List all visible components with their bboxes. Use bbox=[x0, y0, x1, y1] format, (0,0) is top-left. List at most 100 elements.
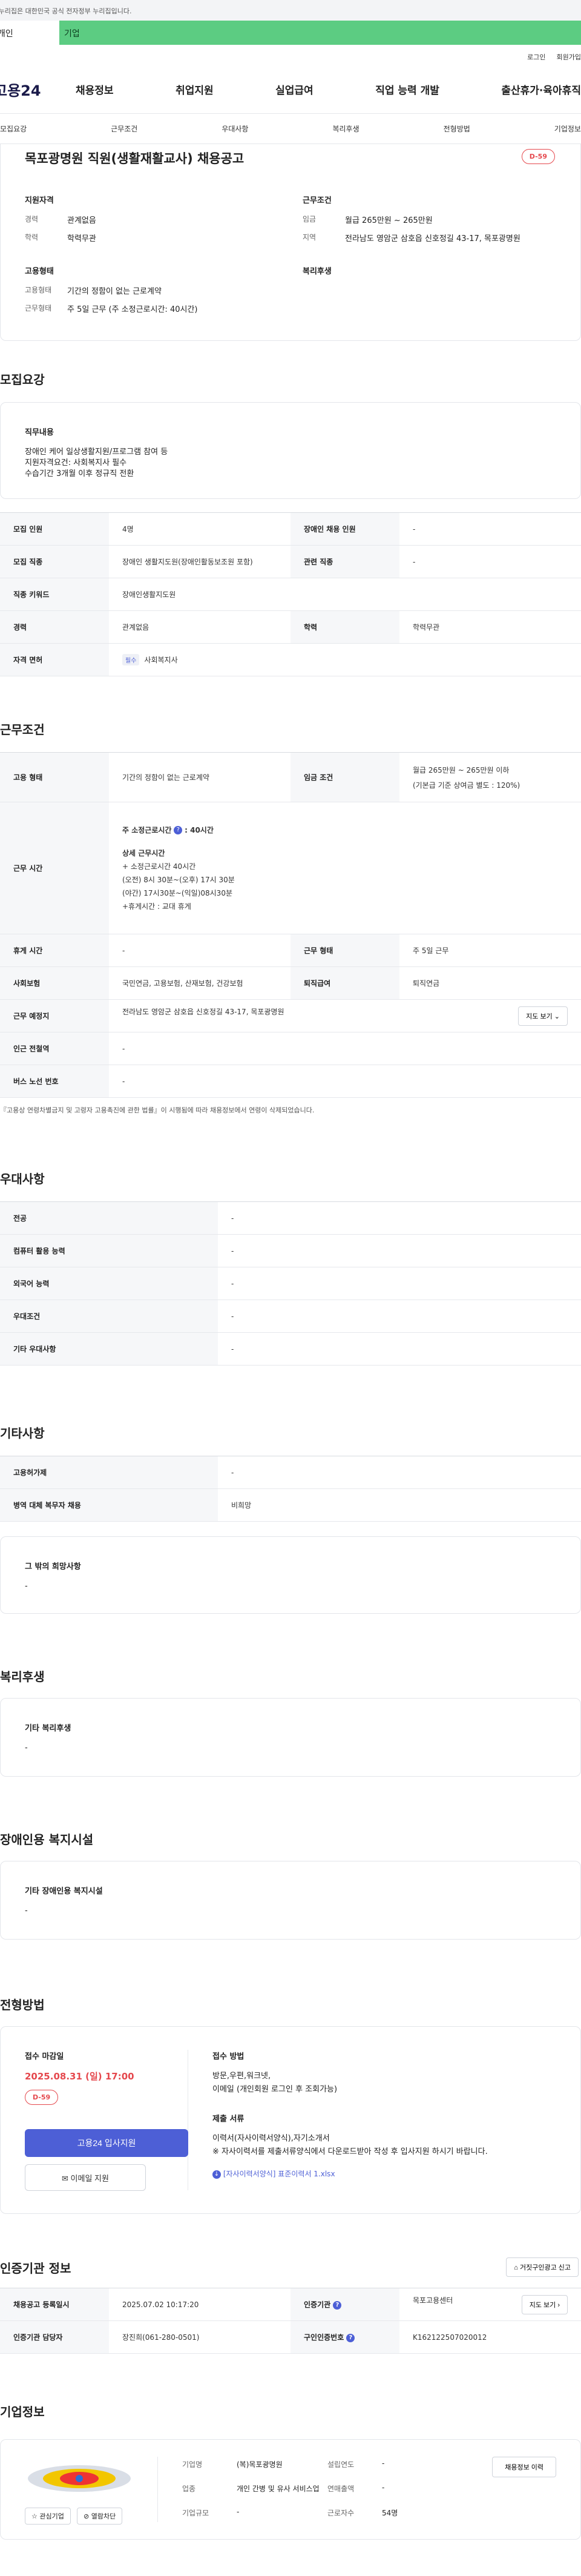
duty-box: 직무내용 장애인 케어 일상생활지원/프로그램 참여 등 지원자격요건: 사회복… bbox=[0, 402, 581, 499]
summary-card: 목포광명원 직원(생활재활교사) 채용공고 D-59 지원자격 경력 관계없음 학… bbox=[0, 144, 581, 341]
info-icon[interactable]: ? bbox=[346, 2333, 355, 2342]
report-fake-ad-button[interactable]: ⌂ 거짓구인광고 신고 bbox=[506, 2257, 579, 2277]
pref-table: 전공 - 컴퓨터 활용 능력 - 외국어 능력 - 우대조건 - 기타 우대사항 - bbox=[0, 1201, 581, 1366]
required-badge: 필수 bbox=[122, 654, 140, 665]
agency-section: 인증기관 정보 ⌂ 거짓구인광고 신고 채용공고 등록일시 2025.07.02 … bbox=[0, 2257, 581, 2354]
table-row: 외국어 능력 - bbox=[0, 1267, 581, 1300]
qualification-block: 지원자격 경력 관계없음 학력 학력무관 bbox=[25, 196, 96, 243]
apply-title: 전형방법 bbox=[0, 1998, 45, 2012]
table-row: 모집 인원 4명 장애인 채용 인원 - bbox=[0, 512, 581, 546]
dday-badge: D-59 bbox=[521, 149, 555, 164]
subnav-recruit[interactable]: 모집요강 bbox=[0, 124, 27, 134]
etc-table: 고용허가제 - 병역 대체 복무자 채용 비희망 bbox=[0, 1456, 581, 1522]
subnav-welfare[interactable]: 복리후생 bbox=[332, 124, 359, 134]
tab-personal[interactable]: 개인 bbox=[0, 21, 59, 45]
work-table: 고용 형태 기간의 정함이 없는 근로계약 임금 조건 월급 265만원 ~ 265만… bbox=[0, 752, 581, 1098]
gov-banner: 이 누리집은 대한민국 공식 전자정부 누리집입니다. bbox=[0, 0, 581, 21]
welfare-block: 복리후생 bbox=[303, 267, 332, 276]
gnb-job-training[interactable]: 직업 능력 개발 bbox=[375, 82, 439, 97]
attachment-link[interactable]: ↓ [자사이력서양식] 표준이력서 1.xlsx bbox=[212, 2168, 556, 2179]
login-link[interactable]: 로그인 bbox=[527, 53, 545, 61]
table-row: 모집 직종 장애인 생활지도원(장애인활동보조원 포함) 관련 직종 - bbox=[0, 545, 581, 578]
table-row: 인근 전철역 - bbox=[0, 1032, 581, 1065]
agency-title: 인증기관 정보 bbox=[0, 2261, 71, 2276]
interest-company-button[interactable]: ☆ 관심기업 bbox=[25, 2508, 71, 2525]
subnav-preference[interactable]: 우대사항 bbox=[222, 124, 248, 134]
email-apply-button[interactable]: ✉ 이메일 지원 bbox=[25, 2164, 146, 2191]
gnb-unemployment-benefit[interactable]: 실업급여 bbox=[275, 82, 313, 97]
table-row: 근무 예정지 전라남도 영암군 삼호읍 신호정길 43-17, 목포광명원 지도 보… bbox=[0, 999, 581, 1032]
pref-title: 우대사항 bbox=[0, 1172, 45, 1186]
tab-company[interactable]: 기업 bbox=[59, 21, 581, 45]
work-section: 근무조건 고용 형태 기간의 정함이 없는 근로계약 임금 조건 월급 265만원 ~… bbox=[0, 720, 581, 1115]
gnb-jobs[interactable]: 채용정보 bbox=[76, 82, 114, 97]
table-row: 버스 노선 번호 - bbox=[0, 1065, 581, 1098]
welfare-title: 복리후생 bbox=[0, 1669, 45, 1684]
recruit-section: 모집요강 직무내용 장애인 케어 일상생활지원/프로그램 참여 등 지원자격요건… bbox=[0, 370, 581, 676]
table-row: 병역 대체 복무자 채용 비희망 bbox=[0, 1488, 581, 1522]
apply-card: 접수 마감일 2025.08.31 (일) 17:00 D-59 고용24 입사… bbox=[0, 2026, 581, 2214]
table-row: 근무 시간 주 소정근로시간 ? : 40시간 상세 근무시간 + 소정근로시간… bbox=[0, 802, 581, 934]
section-nav: 모집요강 근무조건 우대사항 복리후생 전형방법 기업정보 bbox=[0, 114, 581, 144]
company-card: ☆ 관심기업 ⊘ 열람차단 기업명 (복)목포광명원 설립연도 - 업종 개인 간병 … bbox=[0, 2439, 581, 2540]
table-row: 우대조건 - bbox=[0, 1300, 581, 1333]
top-tabs: 개인 기업 bbox=[0, 21, 581, 45]
table-row: 자격 면허 필수 사회복지사 bbox=[0, 643, 581, 676]
apply-section: 전형방법 접수 마감일 2025.08.31 (일) 17:00 D-59 고용… bbox=[0, 1995, 581, 2214]
table-row: 인증기관 담당자 장진희(061-280-0501) 구인인증번호 ? K162122… bbox=[0, 2320, 581, 2354]
gnb-parental-leave[interactable]: 출산휴가·육아휴직 bbox=[501, 82, 581, 97]
deadline-value: 2025.08.31 (일) 17:00 bbox=[25, 2071, 134, 2082]
hiring-history-button[interactable]: 채용정보 이력 bbox=[492, 2457, 556, 2477]
file-icon: ↓ bbox=[212, 2170, 221, 2179]
agency-map-button[interactable]: 지도 보기 › bbox=[521, 2294, 568, 2314]
block-icon: ⊘ bbox=[84, 2512, 90, 2520]
welfare-box: 기타 복리후생 - bbox=[0, 1698, 581, 1777]
table-row: 컴퓨터 활용 능력 - bbox=[0, 1234, 581, 1267]
job-title: 목포광명원 직원(생활재활교사) 채용공고 bbox=[25, 151, 245, 166]
table-row: 고용 형태 기간의 정함이 없는 근로계약 임금 조건 월급 265만원 ~ 265만… bbox=[0, 752, 581, 802]
agency-table: 채용공고 등록일시 2025.07.02 10:17:20 인증기관 ? 목포고용센터… bbox=[0, 2288, 581, 2354]
signup-link[interactable]: 회원가입 bbox=[557, 53, 581, 61]
gnb-employment-support[interactable]: 취업지원 bbox=[176, 82, 214, 97]
company-title: 기업정보 bbox=[0, 2405, 45, 2419]
global-nav: 고용24 채용정보 취업지원 실업급여 직업 능력 개발 출산휴가·육아휴직 bbox=[0, 65, 581, 114]
home-icon: ⌂ bbox=[514, 2264, 518, 2271]
etc-title: 기타사항 bbox=[0, 1426, 45, 1441]
gov-banner-text: 이 누리집은 대한민국 공식 전자정부 누리집입니다. bbox=[0, 7, 132, 15]
info-icon[interactable]: ? bbox=[333, 2300, 342, 2310]
etc-section: 기타사항 고용허가제 - 병역 대체 복무자 채용 비희망 그 밖의 희망사항 - bbox=[0, 1424, 581, 1614]
subnav-selection[interactable]: 전형방법 bbox=[444, 124, 470, 134]
dday-badge: D-59 bbox=[25, 2090, 59, 2105]
site-logo[interactable]: 고용24 bbox=[0, 79, 76, 100]
company-section: 기업정보 ☆ 관심기업 ⊘ 열람차단 기업명 (복)목포광명원 설립연도 - 업종 개… bbox=[0, 2402, 581, 2540]
table-row: 직종 키워드 장애인생활지도원 bbox=[0, 578, 581, 611]
subnav-conditions[interactable]: 근무조건 bbox=[111, 124, 137, 134]
other-wishes-box: 그 밖의 희망사항 - bbox=[0, 1536, 581, 1614]
table-row: 휴게 시간 - 근무 형태 주 5일 근무 bbox=[0, 934, 581, 967]
apply-button[interactable]: 고용24 입사지원 bbox=[25, 2129, 188, 2157]
disability-box: 기타 장애인용 복지시설 - bbox=[0, 1861, 581, 1940]
map-button[interactable]: 지도 보기 ⌄ bbox=[518, 1006, 568, 1026]
table-row: 사회보험 국민연금, 고용보험, 산재보험, 건강보험 퇴직급여 퇴직연금 bbox=[0, 966, 581, 1000]
conditions-block: 근무조건 임금 월급 265만원 ~ 265만원 지역 전라남도 영암군 삼호읍 신… bbox=[303, 196, 520, 243]
table-row: 경력 관계없음 학력 학력무관 bbox=[0, 610, 581, 644]
recruit-title: 모집요강 bbox=[0, 372, 45, 387]
mail-icon: ✉ bbox=[62, 2173, 68, 2183]
recruit-table: 모집 인원 4명 장애인 채용 인원 - 모집 직종 장애인 생활지도원(장애인활동보조… bbox=[0, 512, 581, 676]
top-links: 로그인 회원가입 bbox=[0, 45, 581, 65]
company-logo bbox=[25, 2457, 146, 2499]
star-icon: ☆ bbox=[31, 2512, 38, 2520]
chevron-down-icon: ⌄ bbox=[554, 1012, 560, 1020]
work-title: 근무조건 bbox=[0, 722, 45, 737]
employment-block: 고용형태 고용형태 기간의 정함이 없는 근로계약 근무형태 주 5일 근무 (주 … bbox=[25, 267, 198, 314]
age-note: 『고용상 연령차별금지 및 고령자 고용촉진에 관한 법률』이 시행됨에 따라 … bbox=[0, 1106, 315, 1114]
table-row: 고용허가제 - bbox=[0, 1456, 581, 1489]
table-row: 채용공고 등록일시 2025.07.02 10:17:20 인증기관 ? 목포고용센터… bbox=[0, 2288, 581, 2321]
disability-section: 장애인용 복지시설 기타 장애인용 복지시설 - bbox=[0, 1830, 581, 1940]
info-icon[interactable]: ? bbox=[174, 826, 183, 834]
disability-title: 장애인용 복지시설 bbox=[0, 1832, 94, 1847]
block-view-button[interactable]: ⊘ 열람차단 bbox=[77, 2508, 123, 2525]
table-row: 전공 - bbox=[0, 1201, 581, 1235]
welfare-section: 복리후생 기타 복리후생 - bbox=[0, 1667, 581, 1777]
subnav-company[interactable]: 기업정보 bbox=[554, 124, 581, 134]
